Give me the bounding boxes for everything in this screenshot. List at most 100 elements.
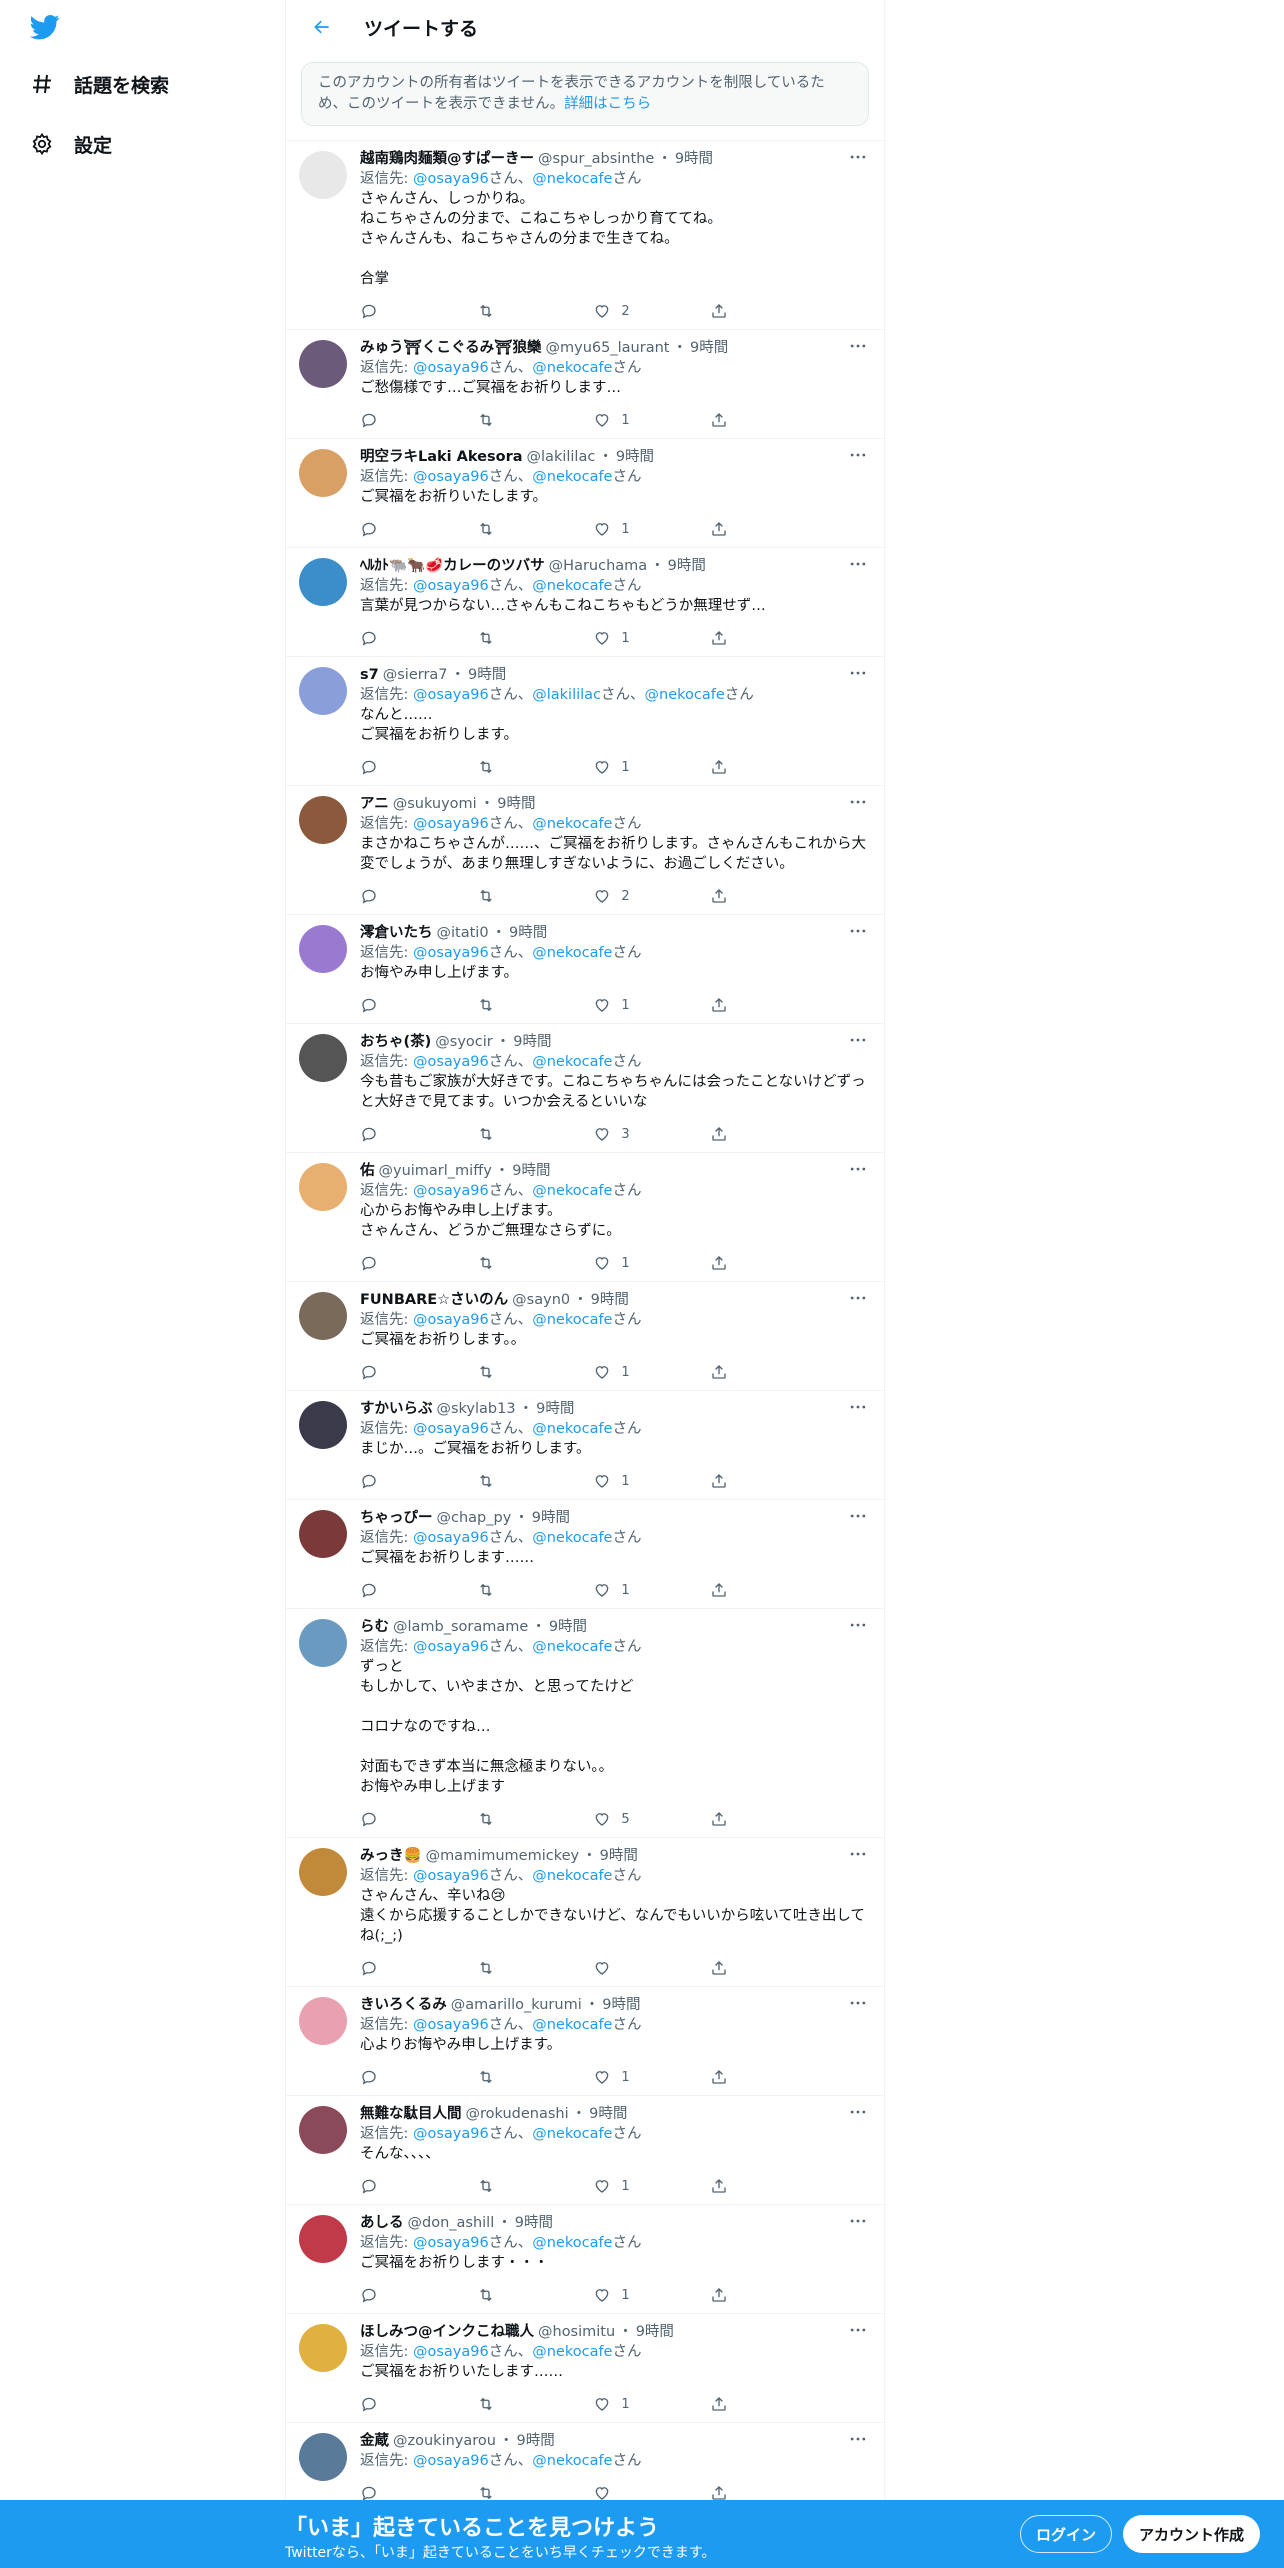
login-button[interactable]: ログイン (1020, 2515, 1112, 2553)
retweet-button[interactable] (477, 2177, 557, 2195)
avatar[interactable] (299, 151, 347, 199)
avatar[interactable] (299, 340, 347, 388)
reply-to-mention[interactable]: @nekocafe (532, 2017, 612, 2033)
user-name[interactable]: ﾍﾙｶﾄ🐃🐂🥩カレーのツバサ (360, 556, 545, 576)
tweet[interactable]: すかいらぶ @skylab13 ・ 9時間 返信先: @osaya96さん、@nekoc… (286, 1391, 884, 1500)
reply-to-mention[interactable]: @nekocafe (532, 1183, 612, 1199)
like-button[interactable]: 5 (593, 1810, 673, 1828)
like-button[interactable]: 1 (593, 1363, 673, 1381)
more-options-icon[interactable] (848, 1844, 868, 1864)
share-button[interactable] (710, 996, 790, 1014)
reply-to-mention[interactable]: @nekocafe (532, 469, 612, 485)
share-button[interactable] (710, 302, 790, 320)
reply-to-mention[interactable]: @nekocafe (645, 687, 725, 703)
sidebar-item-explore[interactable]: 話題を検索 (28, 64, 169, 104)
timestamp[interactable]: 9時間 (536, 1399, 574, 1419)
reply-to-mention[interactable]: @osaya96 (413, 2126, 489, 2142)
share-button[interactable] (710, 1363, 790, 1381)
reply-button[interactable] (360, 996, 440, 1014)
reply-to-mention[interactable]: @osaya96 (413, 1183, 489, 1199)
reply-to-mention[interactable]: @osaya96 (413, 1054, 489, 1070)
avatar[interactable] (299, 1401, 347, 1449)
reply-to-mention[interactable]: @nekocafe (532, 2235, 612, 2251)
avatar[interactable] (299, 1510, 347, 1558)
reply-to-mention[interactable]: @nekocafe (532, 1530, 612, 1546)
user-handle[interactable]: @sukuyomi (393, 794, 477, 814)
retweet-button[interactable] (477, 758, 557, 776)
reply-button[interactable] (360, 1363, 440, 1381)
like-button[interactable]: 1 (593, 629, 673, 647)
user-name[interactable]: s7 (360, 665, 379, 685)
timestamp[interactable]: 9時間 (549, 1617, 587, 1637)
reply-button[interactable] (360, 629, 440, 647)
like-button[interactable]: 3 (593, 1125, 673, 1143)
avatar[interactable] (299, 1997, 347, 2045)
reply-to-mention[interactable]: @nekocafe (532, 816, 612, 832)
retweet-button[interactable] (477, 2068, 557, 2086)
reply-to-mention[interactable]: @osaya96 (413, 469, 489, 485)
user-handle[interactable]: @lakililac (527, 447, 596, 467)
reply-to-mention[interactable]: @osaya96 (413, 1312, 489, 1328)
more-options-icon[interactable] (848, 1159, 868, 1179)
reply-to-mention[interactable]: @osaya96 (413, 1530, 489, 1546)
tweet[interactable]: らむ @lamb_soramame ・ 9時間 返信先: @osaya96さん、@nek… (286, 1609, 884, 1838)
reply-button[interactable] (360, 520, 440, 538)
user-name[interactable]: きいろくるみ (360, 1995, 447, 2015)
user-handle[interactable]: @Haruchama (549, 556, 648, 576)
share-button[interactable] (710, 1959, 790, 1977)
reply-to-mention[interactable]: @osaya96 (413, 578, 489, 594)
more-options-icon[interactable] (848, 921, 868, 941)
tweet[interactable]: 無難な駄目人間 @rokudenashi ・ 9時間 返信先: @osaya96さん、@… (286, 2096, 884, 2205)
twitter-logo-icon[interactable] (28, 12, 64, 44)
more-options-icon[interactable] (848, 1397, 868, 1417)
reply-to-mention[interactable]: @osaya96 (413, 2453, 489, 2469)
more-options-icon[interactable] (848, 792, 868, 812)
avatar[interactable] (299, 1292, 347, 1340)
avatar[interactable] (299, 1163, 347, 1211)
user-handle[interactable]: @hosimitu (538, 2322, 615, 2342)
user-name[interactable]: 越南鶏肉麺類@すぱーきー (360, 149, 534, 169)
timestamp[interactable]: 9時間 (616, 447, 654, 467)
reply-to-mention[interactable]: @osaya96 (413, 1868, 489, 1884)
retweet-button[interactable] (477, 302, 557, 320)
user-name[interactable]: ちゃっぴー (360, 1508, 433, 1528)
user-name[interactable]: 佑 (360, 1161, 375, 1181)
timestamp[interactable]: 9時間 (515, 2213, 553, 2233)
share-button[interactable] (710, 887, 790, 905)
timestamp[interactable]: 9時間 (532, 1508, 570, 1528)
reply-button[interactable] (360, 1581, 440, 1599)
retweet-button[interactable] (477, 1254, 557, 1272)
like-button[interactable]: 1 (593, 411, 673, 429)
avatar[interactable] (299, 2324, 347, 2372)
user-handle[interactable]: @amarillo_kurumi (451, 1995, 582, 2015)
retweet-button[interactable] (477, 1125, 557, 1143)
tweet[interactable]: ちゃっぴー @chap_py ・ 9時間 返信先: @osaya96さん、@nekoca… (286, 1500, 884, 1609)
tweet[interactable]: 明空ラキLaki Akesora @lakililac ・ 9時間 返信先: @osay… (286, 439, 884, 548)
share-button[interactable] (710, 1810, 790, 1828)
retweet-button[interactable] (477, 1810, 557, 1828)
user-handle[interactable]: @myu65_laurant (546, 338, 670, 358)
user-handle[interactable]: @rokudenashi (466, 2104, 569, 2124)
reply-to-mention[interactable]: @nekocafe (532, 1054, 612, 1070)
avatar[interactable] (299, 2106, 347, 2154)
timestamp[interactable]: 9時間 (591, 1290, 629, 1310)
tweet[interactable]: 金蔵 @zoukinyarou ・ 9時間 返信先: @osaya96さん、@nekoc… (286, 2423, 884, 2512)
user-handle[interactable]: @itati0 (437, 923, 489, 943)
avatar[interactable] (299, 1619, 347, 1667)
learn-more-link[interactable]: 詳細はこちら (564, 96, 651, 112)
like-button[interactable]: 1 (593, 2068, 673, 2086)
avatar[interactable] (299, 449, 347, 497)
retweet-button[interactable] (477, 1472, 557, 1490)
share-button[interactable] (710, 2068, 790, 2086)
tweet[interactable]: ﾍﾙｶﾄ🐃🐂🥩カレーのツバサ @Haruchama ・ 9時間 返信先: @osaya9… (286, 548, 884, 657)
timestamp[interactable]: 9時間 (602, 1995, 640, 2015)
user-handle[interactable]: @skylab13 (437, 1399, 516, 1419)
like-button[interactable]: 1 (593, 996, 673, 1014)
like-button[interactable]: 1 (593, 1254, 673, 1272)
reply-to-mention[interactable]: @nekocafe (532, 2344, 612, 2360)
reply-button[interactable] (360, 302, 440, 320)
more-options-icon[interactable] (848, 1288, 868, 1308)
user-name[interactable]: おちゃ(茶) (360, 1032, 431, 1052)
retweet-button[interactable] (477, 1959, 557, 1977)
user-name[interactable]: らむ (360, 1617, 389, 1637)
